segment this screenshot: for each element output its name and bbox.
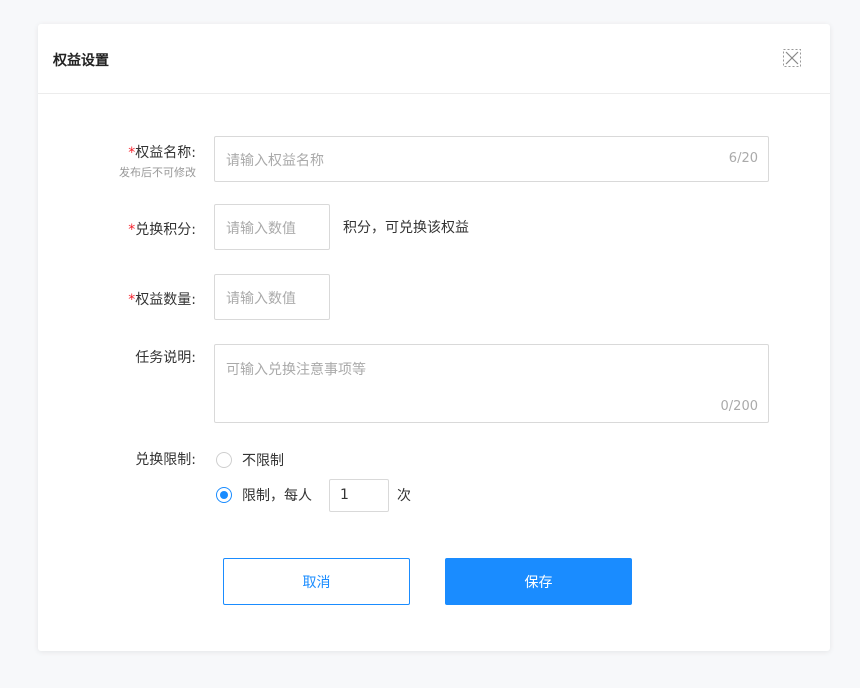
points-input-placeholder: 请输入数值 [226, 221, 296, 237]
limit-unit: 次 [397, 488, 411, 504]
dialog-title: 权益设置 [53, 53, 109, 69]
rights-settings-dialog: 权益设置 *权益名称: 发布后不可修改 请输入权益名称 6/20 *兑换积分: … [38, 24, 830, 651]
limit-label: 兑换限制: [135, 452, 196, 468]
points-label-text: 兑换积分: [135, 222, 196, 238]
points-label: *兑换积分: [128, 219, 196, 239]
name-input-placeholder: 请输入权益名称 [226, 153, 324, 169]
description-textarea[interactable]: 可输入兑换注意事项等 0/200 [214, 344, 769, 423]
points-label-group: *兑换积分: [38, 219, 196, 259]
radio-no-limit[interactable] [216, 452, 232, 468]
name-char-counter: 6/20 [728, 151, 758, 166]
quantity-label-text: 权益数量: [135, 292, 196, 308]
points-input[interactable]: 请输入数值 [214, 204, 330, 250]
quantity-label-group: *权益数量: [38, 289, 196, 329]
quantity-input-placeholder: 请输入数值 [226, 291, 296, 307]
name-label-text: 权益名称: [135, 145, 196, 161]
quantity-input[interactable]: 请输入数值 [214, 274, 330, 320]
quantity-label: *权益数量: [128, 289, 196, 309]
description-placeholder: 可输入兑换注意事项等 [226, 362, 366, 378]
close-icon[interactable] [782, 48, 802, 68]
radio-limit[interactable] [216, 487, 232, 503]
name-label-group: *权益名称: 发布后不可修改 [38, 142, 196, 182]
name-label: *权益名称: [128, 142, 196, 162]
radio-no-limit-label[interactable]: 不限制 [242, 450, 284, 470]
name-input[interactable]: 请输入权益名称 6/20 [214, 136, 769, 182]
limit-label-group: 兑换限制: [38, 449, 196, 489]
save-button[interactable]: 保存 [445, 558, 632, 605]
name-sub-label: 发布后不可修改 [119, 166, 196, 179]
per-person-count-value: 1 [340, 487, 349, 503]
description-label-group: 任务说明: [38, 347, 196, 387]
cancel-button[interactable]: 取消 [223, 558, 410, 605]
per-person-count-input[interactable]: 1 [329, 479, 389, 512]
dialog-header: 权益设置 [38, 24, 830, 94]
points-suffix: 积分，可兑换该权益 [343, 220, 469, 236]
description-label: 任务说明: [135, 350, 196, 366]
radio-limit-label[interactable]: 限制，每人 [242, 485, 312, 505]
description-char-counter: 0/200 [720, 399, 758, 414]
